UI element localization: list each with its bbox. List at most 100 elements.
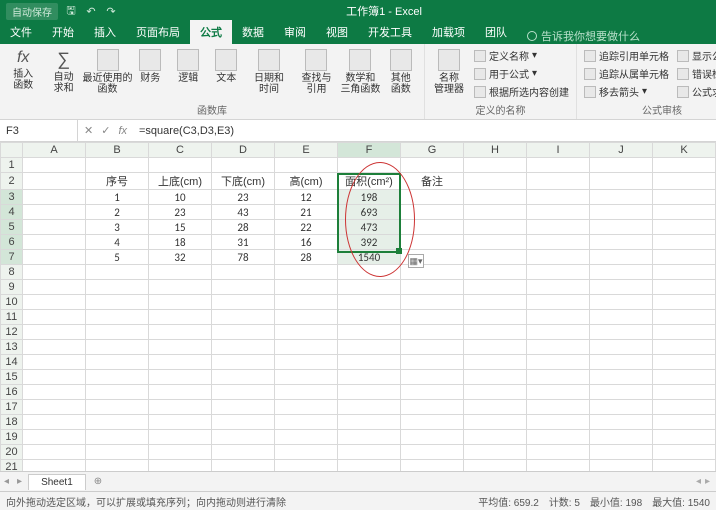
cell-E17[interactable] [275,400,338,415]
sheet-nav-prev[interactable]: ◂ [0,476,13,487]
tab-formulas[interactable]: 公式 [190,20,232,44]
cell-K14[interactable] [653,355,716,370]
cell-E9[interactable] [275,280,338,295]
col-header-A[interactable]: A [23,143,86,158]
cell-C14[interactable] [149,355,212,370]
cell-K19[interactable] [653,430,716,445]
cell-I13[interactable] [527,340,590,355]
tab-addins[interactable]: 加载项 [422,20,475,44]
cell-H7[interactable] [464,250,527,265]
cell-D5[interactable]: 28 [212,220,275,235]
cell-D17[interactable] [212,400,275,415]
create-from-sel-button[interactable]: 根据所选内容创建 [472,83,571,100]
row-header-14[interactable]: 14 [1,355,23,370]
cell-B6[interactable]: 4 [86,235,149,250]
row-header-3[interactable]: 3 [1,190,23,205]
cell-G17[interactable] [401,400,464,415]
cell-D1[interactable] [212,158,275,173]
cell-B9[interactable] [86,280,149,295]
row-header-18[interactable]: 18 [1,415,23,430]
cell-B5[interactable]: 3 [86,220,149,235]
cell-A6[interactable] [23,235,86,250]
cell-E19[interactable] [275,430,338,445]
cell-K10[interactable] [653,295,716,310]
cell-C9[interactable] [149,280,212,295]
hscroll-left[interactable]: ◂ [696,476,701,487]
cell-F7[interactable]: 1540 [338,250,401,265]
cell-J2[interactable] [590,173,653,190]
insert-function-button[interactable]: fx插入函数 [5,47,41,93]
cell-I19[interactable] [527,430,590,445]
cell-A9[interactable] [23,280,86,295]
cell-H4[interactable] [464,205,527,220]
cell-F11[interactable] [338,310,401,325]
tab-team[interactable]: 团队 [475,20,517,44]
cell-E3[interactable]: 12 [275,190,338,205]
cell-A2[interactable] [23,173,86,190]
cell-C16[interactable] [149,385,212,400]
autosave-chip[interactable]: 自动保存 [6,3,58,20]
cell-H16[interactable] [464,385,527,400]
cell-J12[interactable] [590,325,653,340]
formula-input[interactable]: =square(C3,D3,E3) [133,120,716,141]
cell-F8[interactable] [338,265,401,280]
row-header-21[interactable]: 21 [1,460,23,473]
cell-D16[interactable] [212,385,275,400]
cell-E21[interactable] [275,460,338,473]
cell-D7[interactable]: 78 [212,250,275,265]
cell-K16[interactable] [653,385,716,400]
cell-F9[interactable] [338,280,401,295]
cell-I21[interactable] [527,460,590,473]
datetime-button[interactable]: 日期和时间 [247,47,290,97]
cell-I14[interactable] [527,355,590,370]
cell-J9[interactable] [590,280,653,295]
cell-H6[interactable] [464,235,527,250]
cell-K20[interactable] [653,445,716,460]
cell-D11[interactable] [212,310,275,325]
cell-I1[interactable] [527,158,590,173]
cell-K12[interactable] [653,325,716,340]
cell-C18[interactable] [149,415,212,430]
cell-I4[interactable] [527,205,590,220]
cell-F5[interactable]: 473 [338,220,401,235]
cell-B20[interactable] [86,445,149,460]
cell-B7[interactable]: 5 [86,250,149,265]
cell-A17[interactable] [23,400,86,415]
use-in-formula-button[interactable]: 用于公式 ▾ [472,65,571,82]
cell-F15[interactable] [338,370,401,385]
cell-A7[interactable] [23,250,86,265]
cell-E20[interactable] [275,445,338,460]
col-header-C[interactable]: C [149,143,212,158]
cell-F17[interactable] [338,400,401,415]
cell-H3[interactable] [464,190,527,205]
logical-button[interactable]: 逻辑 [171,47,205,86]
cell-F21[interactable] [338,460,401,473]
cell-K15[interactable] [653,370,716,385]
row-header-5[interactable]: 5 [1,220,23,235]
recent-fn-button[interactable]: 最近使用的 函数 [86,47,129,97]
cell-B14[interactable] [86,355,149,370]
other-fn-button[interactable]: 其他函数 [383,47,419,97]
row-header-12[interactable]: 12 [1,325,23,340]
row-header-20[interactable]: 20 [1,445,23,460]
tab-review[interactable]: 审阅 [274,20,316,44]
cell-H20[interactable] [464,445,527,460]
cell-E5[interactable]: 22 [275,220,338,235]
sheet-grid[interactable]: ABCDEFGHIJK12序号上底(cm)下底(cm)高(cm)面积(cm²)备… [0,142,716,472]
row-header-4[interactable]: 4 [1,205,23,220]
row-header-9[interactable]: 9 [1,280,23,295]
cell-E6[interactable]: 16 [275,235,338,250]
cell-H14[interactable] [464,355,527,370]
row-header-13[interactable]: 13 [1,340,23,355]
cell-F20[interactable] [338,445,401,460]
cell-A10[interactable] [23,295,86,310]
cell-E1[interactable] [275,158,338,173]
math-button[interactable]: 数学和 三角函数 [342,47,378,97]
cell-B19[interactable] [86,430,149,445]
cell-D6[interactable]: 31 [212,235,275,250]
cell-J8[interactable] [590,265,653,280]
undo-icon[interactable]: ↶ [84,4,98,18]
cell-K3[interactable] [653,190,716,205]
cell-I17[interactable] [527,400,590,415]
cell-K13[interactable] [653,340,716,355]
